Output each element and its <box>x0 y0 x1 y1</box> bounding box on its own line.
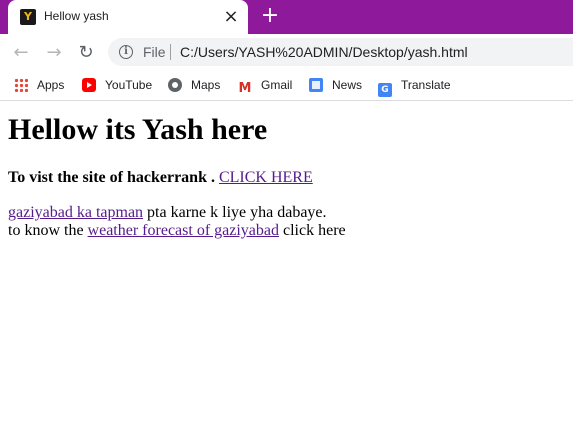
url-text[interactable]: C:/Users/YASH%20ADMIN/Desktop/yash.html <box>180 44 468 60</box>
page-heading: Hellow its Yash here <box>8 113 268 146</box>
bookmark-news[interactable]: News <box>309 76 362 94</box>
tab-active[interactable]: Y Hellow yash × <box>8 0 248 34</box>
hackerrank-link[interactable]: CLICK HERE <box>219 169 313 186</box>
bookmark-gmail[interactable]: M Gmail <box>238 76 293 96</box>
hackerrank-line: To vist the site of hackerrank . CLICK H… <box>8 169 313 187</box>
bookmark-label: News <box>332 78 363 92</box>
close-icon[interactable]: × <box>222 8 240 26</box>
bookmark-label: YouTube <box>105 78 153 92</box>
gmail-icon: M <box>238 81 252 96</box>
tab-title: Hellow yash <box>44 9 109 23</box>
maps-icon <box>168 78 182 92</box>
bookmark-label: Gmail <box>261 78 293 92</box>
address-bar[interactable]: i File C:/Users/YASH%20ADMIN/Desktop/yas… <box>108 38 573 66</box>
bookmark-translate[interactable]: G Translate <box>378 76 451 97</box>
back-button[interactable]: ← <box>10 42 32 64</box>
bookmark-youtube[interactable]: YouTube <box>82 76 152 94</box>
address-separator <box>170 44 171 60</box>
reload-button[interactable]: ↻ <box>75 42 97 64</box>
apps-grid-icon <box>14 78 28 92</box>
tab-strip: Y Hellow yash × + <box>0 0 573 34</box>
translate-icon: G <box>378 83 392 97</box>
forward-button[interactable]: → <box>43 42 65 64</box>
youtube-icon <box>82 78 96 92</box>
bookmark-maps[interactable]: Maps <box>168 76 220 94</box>
favicon-icon: Y <box>20 9 36 25</box>
weather-link[interactable]: weather forecast of gaziyabad <box>88 222 279 239</box>
bookmark-label: Apps <box>37 78 65 92</box>
bookmarks-bar: Apps YouTube Maps M Gmail News G Translate <box>0 70 573 101</box>
links-block: gaziyabad ka tapman pta karne k liye yha… <box>8 204 346 240</box>
new-tab-button[interactable]: + <box>259 5 281 27</box>
tapman-suffix: pta karne k liye yha dabaye. <box>147 204 327 221</box>
bookmark-label: Translate <box>401 78 451 92</box>
tapman-link[interactable]: gaziyabad ka tapman <box>8 204 143 221</box>
weather-prefix: to know the <box>8 222 84 239</box>
page-content: Hellow its Yash here To vist the site of… <box>0 103 573 426</box>
toolbar: ← → ↻ i File C:/Users/YASH%20ADMIN/Deskt… <box>0 34 573 70</box>
file-label: File <box>143 44 166 60</box>
weather-suffix: click here <box>283 222 346 239</box>
bookmark-apps[interactable]: Apps <box>14 76 64 94</box>
browser-window: Y Hellow yash × + ← → ↻ i File C:/Users/… <box>0 0 573 426</box>
hackerrank-text: To vist the site of hackerrank . <box>8 169 215 186</box>
info-icon[interactable]: i <box>119 45 133 59</box>
news-icon <box>309 78 323 92</box>
bookmark-label: Maps <box>191 78 221 92</box>
